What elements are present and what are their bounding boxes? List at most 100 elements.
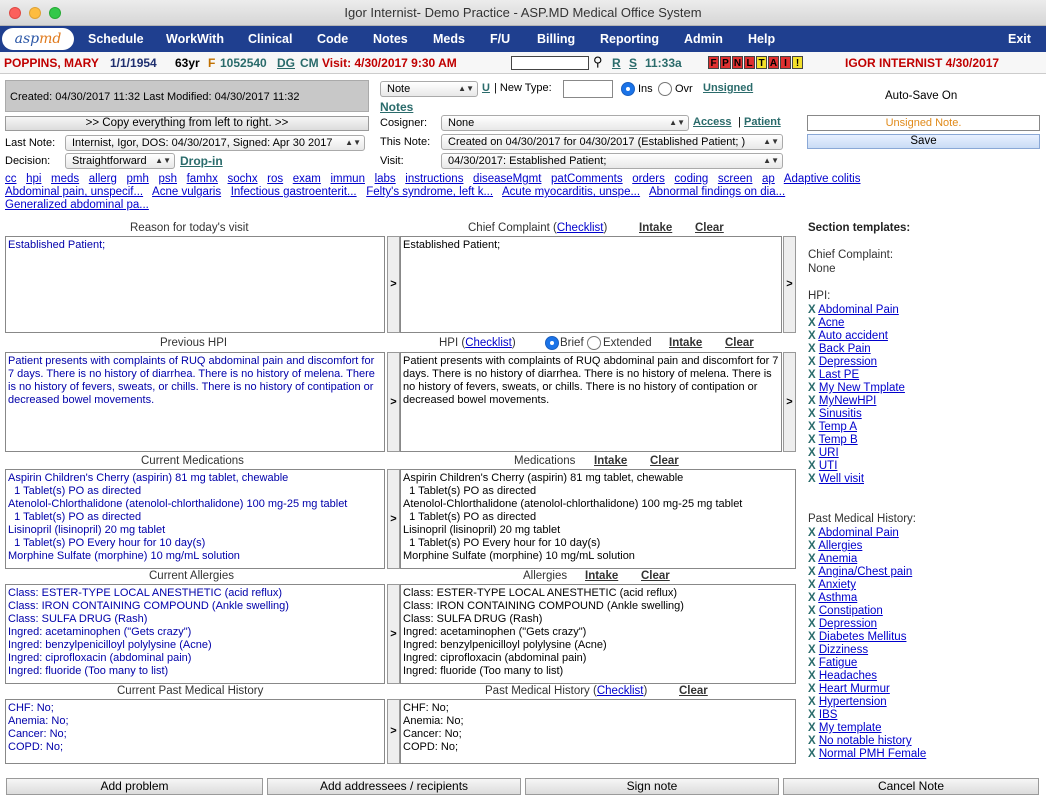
ql-instructions[interactable]: instructions (405, 173, 463, 185)
ql-allerg[interactable]: allerg (89, 173, 117, 185)
add-addressees-button[interactable]: Add addressees / recipients (267, 778, 521, 795)
remove-template-icon[interactable]: X (808, 317, 816, 329)
hpi-clear-link[interactable]: Clear (725, 337, 754, 349)
template-link[interactable]: Auto accident (818, 330, 888, 342)
hpi-textarea[interactable]: Patient presents with complaints of RUQ … (400, 352, 782, 452)
template-link[interactable]: Fatigue (819, 657, 857, 669)
remove-template-icon[interactable]: X (808, 644, 816, 656)
template-link[interactable]: Sinusitis (819, 408, 862, 420)
ins-radio[interactable] (621, 82, 635, 96)
sign-note-button[interactable]: Sign note (525, 778, 779, 795)
remove-template-icon[interactable]: X (808, 696, 816, 708)
search-icon[interactable]: ⚲ (593, 54, 603, 70)
cc-textarea[interactable]: Established Patient; (400, 236, 782, 333)
ql-pmh[interactable]: pmh (127, 173, 149, 185)
ql-ap[interactable]: ap (762, 173, 775, 185)
problem-link[interactable]: Abdominal pain, unspecif... (5, 186, 143, 198)
hpi-brief-radio[interactable] (545, 336, 559, 350)
visit-select[interactable]: 04/30/2017: Established Patient; ▲▼ (441, 153, 783, 169)
cur-meds-textarea[interactable]: Aspirin Children's Cherry (aspirin) 81 m… (5, 469, 385, 569)
remove-template-icon[interactable]: X (808, 304, 816, 316)
template-link[interactable]: URI (819, 447, 839, 459)
flag-l[interactable]: L (744, 56, 755, 69)
template-link[interactable]: Allergies (818, 540, 862, 552)
ql-screen[interactable]: screen (718, 173, 753, 185)
menu-help[interactable]: Help (748, 26, 775, 52)
template-link[interactable]: Normal PMH Female (819, 748, 926, 760)
menu-fu[interactable]: F/U (490, 26, 510, 52)
template-link[interactable]: Anxiety (818, 579, 856, 591)
flag-p[interactable]: P (720, 56, 731, 69)
remove-template-icon[interactable]: X (808, 434, 816, 446)
patient-name[interactable]: POPPINS, MARY (4, 56, 99, 70)
ql-coding[interactable]: coding (674, 173, 708, 185)
ql-psh[interactable]: psh (158, 173, 177, 185)
template-link[interactable]: Abdominal Pain (818, 527, 899, 539)
template-link[interactable]: IBS (819, 709, 838, 721)
flag-t[interactable]: T (756, 56, 767, 69)
remove-template-icon[interactable]: X (808, 421, 816, 433)
r-link[interactable]: R (612, 56, 621, 70)
template-link[interactable]: Temp B (819, 434, 858, 446)
remove-template-icon[interactable]: X (808, 540, 816, 552)
menu-notes[interactable]: Notes (373, 26, 408, 52)
remove-template-icon[interactable]: X (808, 356, 816, 368)
remove-template-icon[interactable]: X (808, 592, 816, 604)
copy-meds-button[interactable]: > (387, 469, 400, 569)
menu-billing[interactable]: Billing (537, 26, 575, 52)
problem-link[interactable]: Acute myocarditis, unspe... (502, 186, 640, 198)
template-link[interactable]: UTI (819, 460, 838, 472)
remove-template-icon[interactable]: X (808, 460, 816, 472)
menu-meds[interactable]: Meds (433, 26, 465, 52)
copy-all-button[interactable]: >> Copy everything from left to right. >… (5, 116, 369, 131)
pmh-clear-link[interactable]: Clear (679, 685, 708, 697)
menu-admin[interactable]: Admin (684, 26, 723, 52)
remove-template-icon[interactable]: X (808, 369, 816, 381)
pmh-textarea[interactable]: CHF: No; Anemia: No; Cancer: No; COPD: N… (400, 699, 796, 764)
copy-allergies-button[interactable]: > (387, 584, 400, 684)
remove-template-icon[interactable]: X (808, 748, 816, 760)
meds-intake-link[interactable]: Intake (594, 455, 627, 467)
remove-template-icon[interactable]: X (808, 527, 816, 539)
remove-template-icon[interactable]: X (808, 566, 816, 578)
template-link[interactable]: My template (819, 722, 882, 734)
hpi-intake-link[interactable]: Intake (669, 337, 702, 349)
dg-link[interactable]: DG (277, 56, 295, 70)
remove-template-icon[interactable]: X (808, 618, 816, 630)
problem-link[interactable]: Abnormal findings on dia... (649, 186, 785, 198)
ql-orders[interactable]: orders (632, 173, 665, 185)
cc-checklist-link[interactable]: Checklist (557, 222, 604, 234)
template-link[interactable]: Depression (819, 356, 877, 368)
copy-reason-button[interactable]: > (387, 236, 400, 333)
cm-label[interactable]: CM (300, 56, 319, 70)
template-link[interactable]: Depression (819, 618, 877, 630)
zoom-window-button[interactable] (49, 7, 61, 19)
decision-select[interactable]: Straightforward ▲▼ (65, 153, 175, 169)
menu-schedule[interactable]: Schedule (88, 26, 144, 52)
copy-pmh-button[interactable]: > (387, 699, 400, 764)
flag-i[interactable]: I (780, 56, 791, 69)
template-link[interactable]: Acne (818, 317, 844, 329)
flag-alert[interactable]: ! (792, 56, 803, 69)
cc-intake-link[interactable]: Intake (639, 222, 672, 234)
remove-template-icon[interactable]: X (808, 395, 816, 407)
allergies-textarea[interactable]: Class: ESTER-TYPE LOCAL ANESTHETIC (acid… (400, 584, 796, 684)
template-link[interactable]: Angina/Chest pain (818, 566, 912, 578)
menu-exit[interactable]: Exit (1008, 26, 1031, 52)
flag-f[interactable]: F (708, 56, 719, 69)
menu-clinical[interactable]: Clinical (248, 26, 292, 52)
remove-template-icon[interactable]: X (808, 605, 816, 617)
cur-pmh-textarea[interactable]: CHF: No; Anemia: No; Cancer: No; COPD: N… (5, 699, 385, 764)
problem-link[interactable]: Infectious gastroenterit... (231, 186, 357, 198)
ql-patcomments[interactable]: patComments (551, 173, 623, 185)
template-link[interactable]: My New Tmplate (819, 382, 905, 394)
unsigned-link[interactable]: Unsigned (703, 82, 753, 94)
remove-template-icon[interactable]: X (808, 579, 816, 591)
remove-template-icon[interactable]: X (808, 709, 816, 721)
flag-n[interactable]: N (732, 56, 743, 69)
u-link[interactable]: U (482, 82, 490, 94)
template-link[interactable]: Back Pain (819, 343, 871, 355)
remove-template-icon[interactable]: X (808, 722, 816, 734)
problem-link[interactable]: Generalized abdominal pa... (5, 199, 149, 211)
remove-template-icon[interactable]: X (808, 473, 816, 485)
